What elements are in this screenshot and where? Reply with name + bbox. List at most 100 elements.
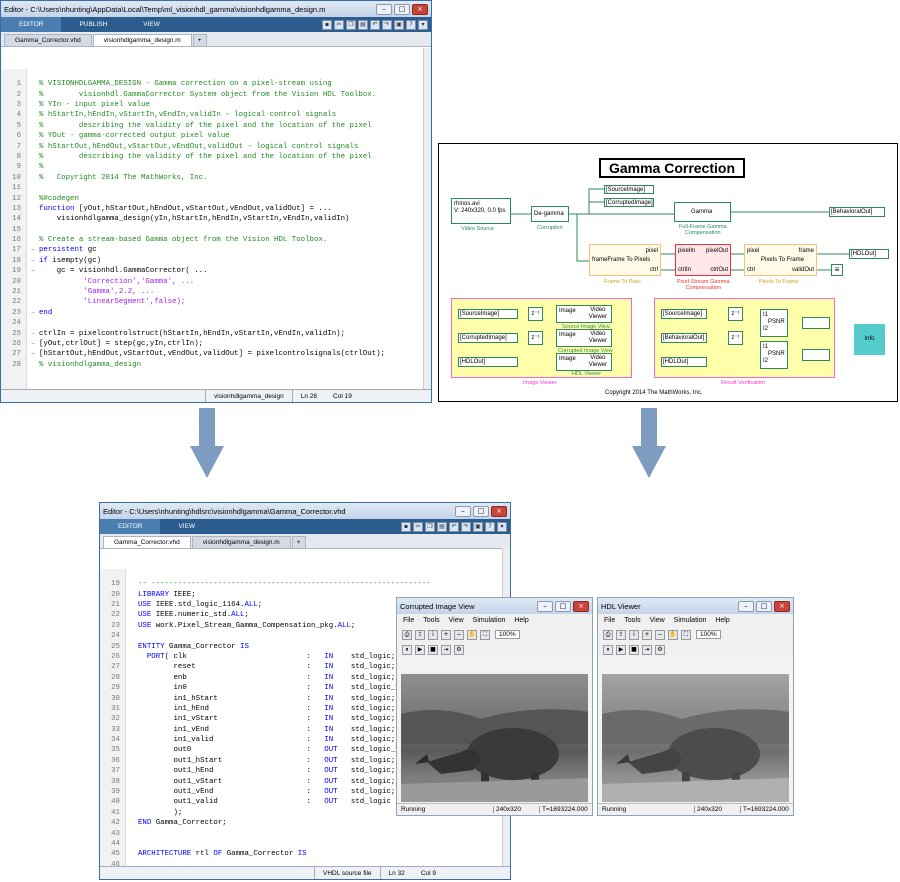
breakpoint-marker[interactable]: – <box>27 308 39 318</box>
close-button[interactable]: × <box>412 3 428 15</box>
zoom-out-icon[interactable]: − <box>454 629 464 640</box>
code-line[interactable]: 1 % VISIONHDLGAMMA_DESIGN - Gamma correct… <box>1 79 423 89</box>
code-line[interactable]: 27– [hStartOut,hEndOut,vStartOut,vEndOut,… <box>1 349 423 359</box>
step-icon[interactable]: ⇥ <box>441 644 451 655</box>
code-line[interactable]: 13 function [yOut,hStartOut,hEndOut,vStar… <box>1 204 423 214</box>
code-area[interactable]: 1 % VISIONHDLGAMMA_DESIGN - Gamma correct… <box>1 48 423 389</box>
breakpoint-marker[interactable] <box>27 235 39 245</box>
menu-help[interactable]: Help <box>514 617 528 624</box>
result-verification-subsystem[interactable]: [SourceImage] z⁻¹ [BehavioralOut] z⁻¹ [H… <box>654 298 835 378</box>
redo-icon[interactable]: ↷ <box>382 19 392 30</box>
switch-windows-icon[interactable]: ▣ <box>473 521 483 532</box>
code-line[interactable]: 11 <box>1 183 423 193</box>
maximize-button[interactable]: □ <box>756 600 772 612</box>
source-image-viewer[interactable]: Image Video Viewer <box>556 305 612 323</box>
close-button[interactable]: × <box>774 600 790 612</box>
code-line[interactable]: 14 visionhdlgamma_design(yIn,hStartIn,hE… <box>1 214 423 224</box>
breakpoint-marker[interactable] <box>27 277 39 287</box>
menu-file[interactable]: File <box>604 617 615 624</box>
code-line[interactable]: 7 % hStartOut,hEndOut,vStartOut,vEndOut,v… <box>1 142 423 152</box>
minimize-button[interactable]: – <box>455 505 471 517</box>
menu-tools[interactable]: Tools <box>423 617 439 624</box>
file-tab-vhd[interactable]: Gamma_Corrector.vhd <box>103 536 191 548</box>
goto-corrupted-image[interactable]: [CorruptedImage] <box>604 198 654 207</box>
breakpoint-marker[interactable] <box>27 100 39 110</box>
code-line[interactable]: 10 % Copyright 2014 The MathWorks, Inc. <box>1 173 423 183</box>
breakpoint-marker[interactable]: – <box>27 266 39 276</box>
minimize-button[interactable]: – <box>738 600 754 612</box>
editor-title-bar[interactable]: Editor - C:\Users\nhunting\AppData\Local… <box>1 1 431 17</box>
breakpoint-marker[interactable] <box>27 214 39 224</box>
info-block[interactable]: Info <box>854 324 885 355</box>
play-icon[interactable]: ▶ <box>616 644 626 655</box>
breakpoint-marker[interactable]: – <box>27 256 39 266</box>
copy-icon[interactable]: ❐ <box>346 19 356 30</box>
pause-icon[interactable]: ⏸ <box>402 644 412 655</box>
info-icon[interactable]: i <box>428 629 438 640</box>
code-line[interactable]: 44 <box>100 839 502 849</box>
rv-delay-1[interactable]: z⁻¹ <box>728 307 743 321</box>
editor-title-bar[interactable]: Editor - C:\Users\nhunting\hdlsrc\vision… <box>100 503 510 519</box>
expand-icon[interactable]: ▾ <box>497 521 507 532</box>
breakpoint-marker[interactable]: – <box>27 245 39 255</box>
from-corrupted-image[interactable]: [CorruptedImage] <box>458 333 518 343</box>
stop-icon[interactable]: ■ <box>629 644 639 655</box>
goto-source-image[interactable]: [SourceImage] <box>604 185 654 194</box>
gamma-block[interactable]: Gamma <box>674 202 731 222</box>
menu-simulation[interactable]: Simulation <box>473 617 506 624</box>
from-hdl-out[interactable]: [HDLOut] <box>458 357 518 367</box>
from-source-image[interactable]: [SourceImage] <box>458 309 518 319</box>
terminator-block[interactable]: ≡ <box>831 264 843 276</box>
code-line[interactable]: 26– [yOut,ctrlOut] = step(gc,yIn,ctrlIn); <box>1 339 423 349</box>
tab-editor[interactable]: EDITOR <box>1 17 62 32</box>
menu-simulation[interactable]: Simulation <box>674 617 707 624</box>
maximize-button[interactable]: □ <box>555 600 571 612</box>
cut-icon[interactable]: ✂ <box>334 19 344 30</box>
delay-block-2[interactable]: z⁻¹ <box>528 331 543 345</box>
code-line[interactable]: 17– persistent gc <box>1 245 423 255</box>
code-line[interactable]: 20 'Correction','Gamma', ... <box>1 277 423 287</box>
highlight-icon[interactable]: ⚙ <box>454 644 464 655</box>
breakpoint-marker[interactable] <box>27 162 39 172</box>
play-icon[interactable]: ▶ <box>415 644 425 655</box>
viewer-title-bar[interactable]: Corrupted Image View – □ × <box>397 598 592 614</box>
step-icon[interactable]: ⇥ <box>642 644 652 655</box>
vertical-scrollbar[interactable] <box>423 48 431 389</box>
tab-editor[interactable]: EDITOR <box>100 519 161 534</box>
paste-icon[interactable]: ▤ <box>437 521 447 532</box>
breakpoint-marker[interactable] <box>27 360 39 370</box>
code-line[interactable]: 22 'LinearSegment',false); <box>1 297 423 307</box>
video-source-block[interactable]: rhinos.avi V: 240x320, 0.0 fps <box>451 198 511 224</box>
code-line[interactable]: 12 %#codegen <box>1 194 423 204</box>
maximize-button[interactable]: □ <box>473 505 489 517</box>
code-line[interactable]: 42 END Gamma_Corrector; <box>100 818 502 828</box>
menu-view[interactable]: View <box>650 617 665 624</box>
breakpoint-marker[interactable] <box>27 183 39 193</box>
rv-from-hdl-out[interactable]: [HDLOut] <box>661 357 707 367</box>
code-line[interactable]: 6 % YOut - gamma-corrected output pixel v… <box>1 131 423 141</box>
breakpoint-marker[interactable]: – <box>27 339 39 349</box>
image-viewer-subsystem[interactable]: [SourceImage] z⁻¹ Image Video Viewer Sour… <box>451 298 632 378</box>
redo-icon[interactable]: ↷ <box>461 521 471 532</box>
cut-icon[interactable]: ✂ <box>413 521 423 532</box>
code-line[interactable]: 19 -- -----------------------------------… <box>100 579 502 589</box>
goto-behavioral-out[interactable]: [BehavioralOut] <box>829 207 885 217</box>
save-icon[interactable]: ▪ <box>401 521 411 532</box>
breakpoint-marker[interactable] <box>27 142 39 152</box>
code-line[interactable]: 24 <box>1 318 423 328</box>
fit-icon[interactable]: ⛶ <box>681 629 691 640</box>
expand-icon[interactable]: ▾ <box>418 19 428 30</box>
viewer-title-bar[interactable]: HDL Viewer – □ × <box>598 598 793 614</box>
help-icon[interactable]: ? <box>485 521 495 532</box>
undo-icon[interactable]: ↶ <box>449 521 459 532</box>
psnr-block-1[interactable]: I1 PSNR I2 <box>760 309 788 337</box>
psnr-block-2[interactable]: I1 PSNR I2 <box>760 341 788 369</box>
code-line[interactable]: 16 % Create a stream-based Gamma object f… <box>1 235 423 245</box>
code-line[interactable]: 3 % YIn - input pixel value <box>1 100 423 110</box>
rv-delay-2[interactable]: z⁻¹ <box>728 331 743 345</box>
breakpoint-marker[interactable] <box>27 225 39 235</box>
new-tab-button[interactable]: + <box>291 536 306 548</box>
breakpoint-marker[interactable] <box>27 297 39 307</box>
zoom-field[interactable]: 100% <box>495 630 520 639</box>
menu-tools[interactable]: Tools <box>624 617 640 624</box>
